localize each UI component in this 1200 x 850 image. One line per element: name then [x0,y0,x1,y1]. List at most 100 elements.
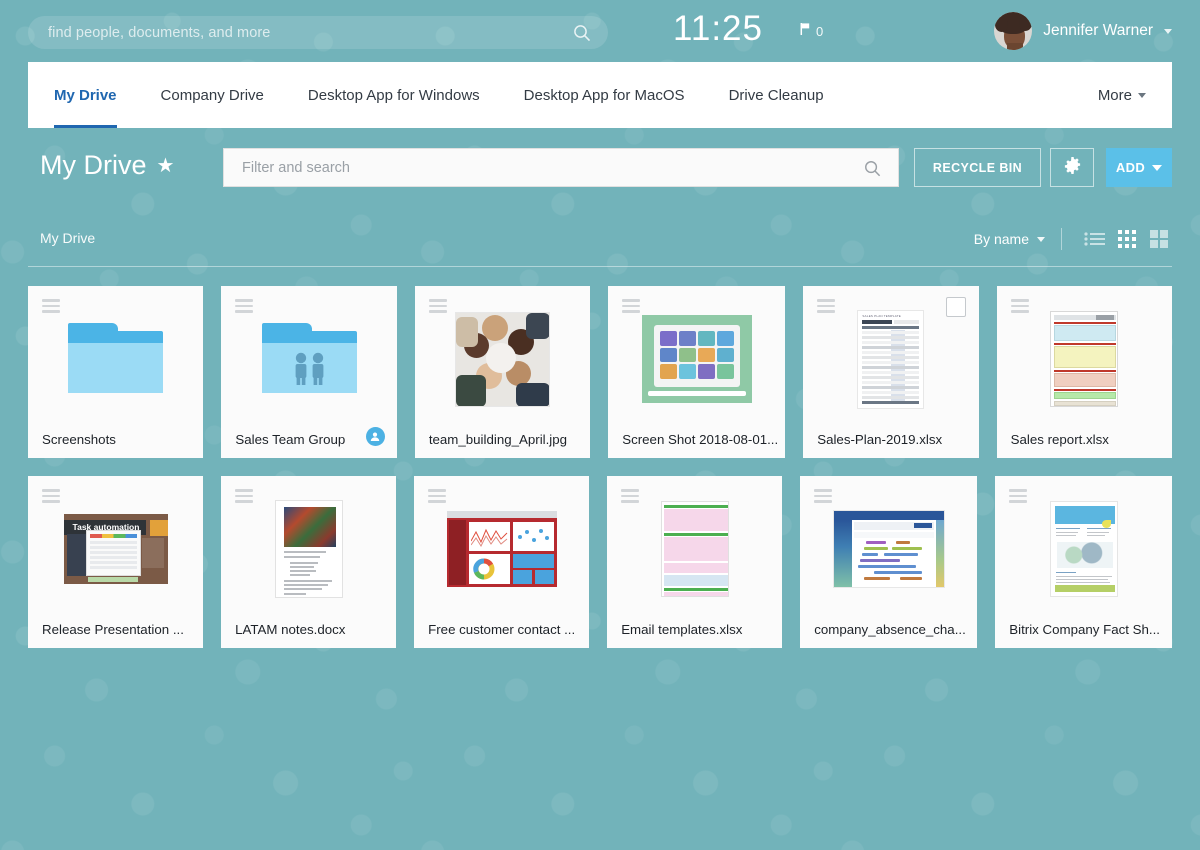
tab-label: Company Drive [160,86,264,104]
file-card-screenshots[interactable]: Screenshots [28,286,204,458]
file-name: Screenshots [42,431,116,447]
file-name: Email templates.xlsx [621,621,743,637]
tab-drive-cleanup[interactable]: Drive Cleanup [729,62,824,128]
card-menu-icon[interactable] [1010,299,1029,316]
user-menu[interactable]: Jennifer Warner [994,12,1172,50]
settings-button[interactable] [1050,148,1094,187]
flag-icon [800,22,811,41]
grid-view-icon[interactable] [1114,226,1140,252]
card-menu-icon[interactable] [621,489,640,506]
global-header: find people, documents, and more 11:25 0… [0,0,1200,62]
file-card-email-templates[interactable]: Email templates.xlsx [607,476,783,648]
star-icon[interactable]: ★ [157,156,175,176]
file-name: team_building_April.jpg [428,431,568,447]
spreadsheet-thumbnail: SALES PLAN TEMPLATE [858,310,924,408]
card-menu-icon[interactable] [235,489,254,506]
file-grid-row: Task automation Release Presentation ...… [28,476,1172,648]
file-grid-row: Screenshots Sales Team Group team_buildi… [28,286,1173,458]
file-name: Bitrix Company Fact Sh... [1009,621,1160,637]
view-controls: By name [974,226,1172,252]
spreadsheet-thumbnail [660,501,729,597]
global-search-input[interactable]: find people, documents, and more [28,16,608,49]
drive-app: find people, documents, and more 11:25 0… [0,0,1200,850]
recycle-bin-label: RECYCLE BIN [932,160,1023,175]
add-button[interactable]: ADD [1106,148,1172,187]
notifications-flag[interactable]: 0 [800,22,823,41]
card-menu-icon[interactable] [428,299,447,316]
card-menu-icon[interactable] [42,299,60,316]
breadcrumb[interactable]: My Drive [40,230,95,246]
spreadsheet-thumbnail [1050,311,1119,407]
list-view-icon[interactable] [1082,226,1108,252]
add-label: ADD [1115,160,1146,175]
file-select-checkbox[interactable] [945,297,966,317]
file-card-team-building[interactable]: team_building_April.jpg [414,286,591,458]
file-card-sales-team-group[interactable]: Sales Team Group [221,286,397,458]
filter-search-input[interactable]: Filter and search [223,148,899,187]
avatar [994,12,1033,50]
recycle-bin-button[interactable]: RECYCLE BIN [914,148,1041,187]
tile-view-icon[interactable] [1146,226,1172,252]
global-search-placeholder: find people, documents, and more [48,24,271,41]
shared-folder-icon [261,323,357,395]
sort-selector[interactable]: By name [974,231,1045,247]
sort-label: By name [973,231,1029,247]
page-title: My Drive ★ [40,150,174,181]
file-card-bitrix-fact-sheet[interactable]: Bitrix Company Fact Sh... [995,476,1172,648]
file-name: Sales-Plan-2019.xlsx [817,431,943,447]
file-name: company_absence_cha... [814,621,966,637]
chevron-down-icon [1152,164,1163,171]
file-name: Release Presentation ... [42,621,184,637]
filter-search-placeholder: Filter and search [242,159,350,176]
tab-label: Desktop App for MacOS [523,86,685,104]
card-menu-icon[interactable] [622,299,641,316]
card-menu-icon[interactable] [235,299,254,316]
chevron-down-icon [1138,92,1146,98]
card-menu-icon[interactable] [817,299,836,316]
photo-thumbnail [456,312,550,406]
file-card-sales-report[interactable]: Sales report.xlsx [996,286,1173,458]
file-name: Sales report.xlsx [1010,431,1109,447]
tab-my-drive[interactable]: My Drive [54,62,117,128]
tab-label: Desktop App for Windows [307,86,480,104]
tab-company-drive[interactable]: Company Drive [161,62,264,128]
file-card-release-presentation[interactable]: Task automation Release Presentation ... [28,476,204,648]
tab-desktop-app-windows[interactable]: Desktop App for Windows [308,62,480,128]
card-menu-icon[interactable] [42,489,60,506]
card-menu-icon[interactable] [1009,489,1028,506]
dashboard-thumbnail [446,511,557,587]
file-card-latam-notes[interactable]: LATAM notes.docx [221,476,397,648]
file-card-sales-plan[interactable]: SALES PLAN TEMPLATE Sales-Plan-2019.xlsx [803,286,979,458]
card-menu-icon[interactable] [814,489,833,506]
search-icon[interactable] [572,23,592,48]
card-menu-icon[interactable] [428,489,447,506]
tab-desktop-app-macos[interactable]: Desktop App for MacOS [524,62,685,128]
file-name: Free customer contact ... [428,621,576,637]
tab-label: My Drive [54,86,117,104]
file-card-company-absence[interactable]: company_absence_cha... [800,476,978,648]
gantt-thumbnail [833,511,944,587]
file-name: LATAM notes.docx [235,621,346,637]
tab-more[interactable]: More [1098,62,1146,128]
content-divider [28,266,1172,267]
file-card-screen-shot[interactable]: Screen Shot 2018-08-01... [608,286,786,458]
main-tabs: My Drive Company Drive Desktop App for W… [28,62,1172,128]
clock: 11:25 [673,9,763,48]
file-name: Screen Shot 2018-08-01... [622,431,779,447]
tab-more-label: More [1097,86,1132,104]
gear-icon [1063,156,1082,180]
breadcrumb-bar: My Drive By name [0,212,1200,268]
user-name: Jennifer Warner [1043,22,1153,39]
flag-count: 0 [816,24,824,39]
folder-icon [68,323,164,395]
file-card-customer-contact[interactable]: Free customer contact ... [414,476,590,648]
file-grid: Screenshots Sales Team Group team_buildi… [28,286,1173,666]
page-title-text: My Drive [40,150,147,180]
group-icon [365,427,385,446]
chevron-down-icon [1164,28,1172,34]
tab-label: Drive Cleanup [728,86,824,104]
document-thumbnail [274,500,343,598]
divider [1061,228,1062,250]
presentation-thumbnail: Task automation [63,514,168,584]
search-icon[interactable] [863,159,882,183]
